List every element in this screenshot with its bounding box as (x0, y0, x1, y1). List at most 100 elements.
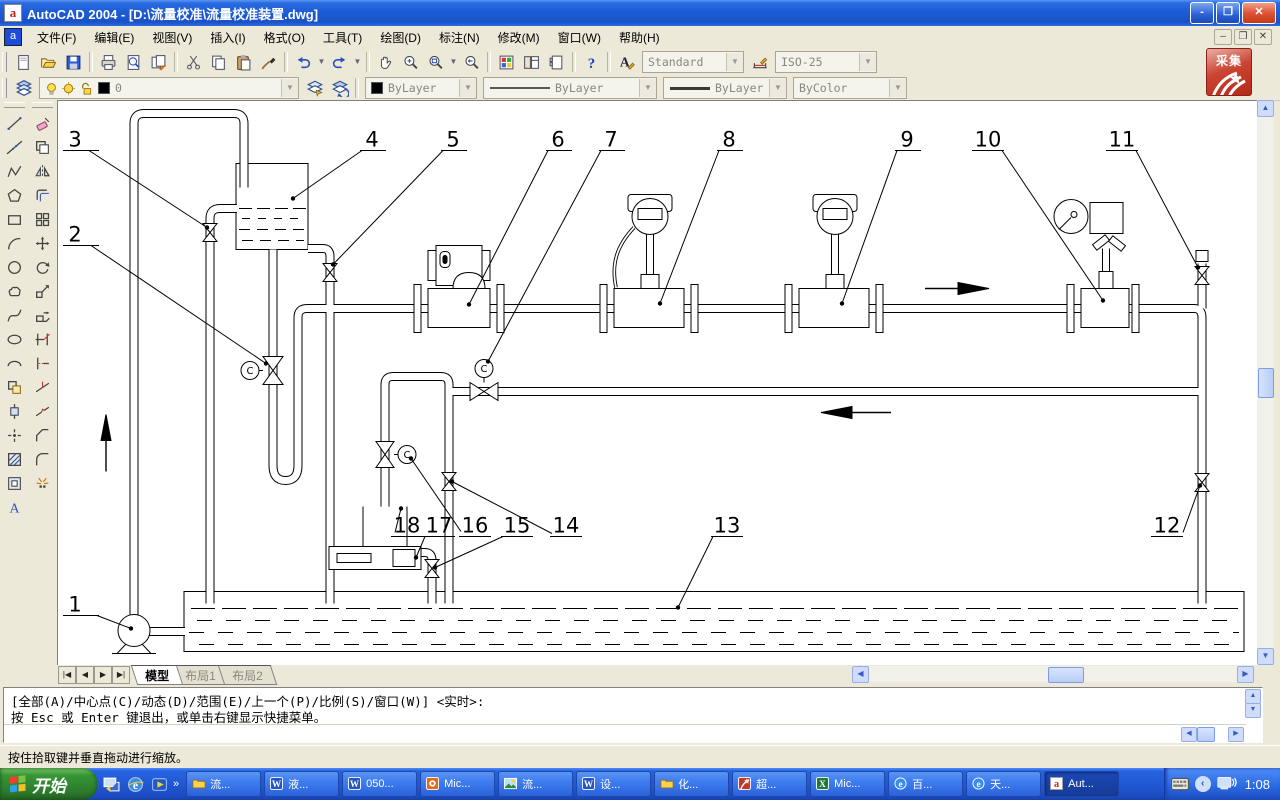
menu-item-4[interactable]: 格式(O) (255, 28, 314, 48)
tab-first-button[interactable]: |◀ (58, 666, 76, 684)
spline-icon[interactable] (2, 303, 27, 327)
taskbar-button-5[interactable]: W设... (576, 771, 651, 797)
capture-plugin-logo[interactable]: 采集 (1206, 48, 1252, 96)
copy-object-icon[interactable] (30, 135, 55, 159)
menu-item-6[interactable]: 绘图(D) (371, 28, 430, 48)
cmd-scroll-down-icon[interactable]: ▼ (1245, 703, 1261, 718)
taskbar-button-6[interactable]: 化... (654, 771, 729, 797)
taskbar-button-4[interactable]: 流... (498, 771, 573, 797)
taskbar-button-8[interactable]: XMic... (810, 771, 885, 797)
tray-collapse-chevron[interactable]: ‹ (1195, 776, 1211, 792)
point-icon[interactable] (2, 423, 27, 447)
cmd-hscroll-thumb[interactable] (1197, 727, 1215, 742)
taskbar-button-3[interactable]: Mic... (420, 771, 495, 797)
rotate-icon[interactable] (30, 255, 55, 279)
cmd-scroll-left-icon[interactable]: ◀ (1181, 727, 1197, 742)
minimize-button[interactable]: - (1190, 2, 1214, 24)
trim-icon[interactable] (30, 327, 55, 351)
explode-icon[interactable] (30, 471, 55, 495)
ellipse-icon[interactable] (2, 327, 27, 351)
keyboard-tray-icon[interactable] (1171, 777, 1189, 791)
line-icon[interactable] (2, 111, 27, 135)
menu-item-8[interactable]: 修改(M) (489, 28, 549, 48)
restore-button[interactable]: ❐ (1216, 2, 1240, 24)
scroll-down-icon[interactable]: ▼ (1257, 648, 1274, 665)
layer-previous-icon[interactable] (327, 76, 352, 100)
open-icon[interactable] (36, 50, 61, 74)
erase-icon[interactable] (30, 111, 55, 135)
hatch-icon[interactable] (2, 447, 27, 471)
vscroll-thumb[interactable] (1258, 368, 1274, 398)
polygon-icon[interactable] (2, 183, 27, 207)
chamfer-icon[interactable] (30, 423, 55, 447)
start-button[interactable]: 开始 (0, 768, 97, 800)
menu-item-1[interactable]: 编辑(E) (85, 28, 143, 48)
make-block-icon[interactable] (2, 399, 27, 423)
scroll-left-icon[interactable]: ◀ (852, 666, 869, 683)
save-icon[interactable] (61, 50, 86, 74)
tab-last-button[interactable]: ▶| (112, 666, 130, 684)
command-history[interactable]: [全部(A)/中心点(C)/动态(D)/范围(E)/上一个(P)/比例(S)/窗… (3, 687, 1263, 743)
toolbar-grip[interactable] (2, 52, 7, 72)
mirror-icon[interactable] (30, 159, 55, 183)
cmd-scroll-right-icon[interactable]: ▶ (1228, 727, 1244, 742)
print-preview-icon[interactable] (121, 50, 146, 74)
text-style-select[interactable]: Standard▼ (642, 51, 744, 73)
stretch-icon[interactable] (30, 303, 55, 327)
redo-icon[interactable] (327, 50, 352, 74)
copy-icon[interactable] (206, 50, 231, 74)
ellipse-arc-icon[interactable] (2, 351, 27, 375)
construction-line-icon[interactable] (2, 135, 27, 159)
taskbar-button-9[interactable]: e百... (888, 771, 963, 797)
show-desktop-icon[interactable] (101, 774, 121, 794)
plot-style-select[interactable]: ByColor▼ (793, 77, 907, 99)
array-icon[interactable] (30, 207, 55, 231)
menu-item-5[interactable]: 工具(T) (314, 28, 371, 48)
cut-icon[interactable] (181, 50, 206, 74)
mdi-minimize-button[interactable]: – (1214, 29, 1232, 45)
scale-icon[interactable] (30, 279, 55, 303)
taskbar-button-0[interactable]: 流... (186, 771, 261, 797)
mdi-restore-button[interactable]: ❐ (1234, 29, 1252, 45)
tab-model[interactable]: 模型 (131, 665, 184, 685)
undo-flyout-arrow-icon[interactable]: ▼ (316, 51, 327, 73)
fillet-icon[interactable] (30, 447, 55, 471)
linetype-select[interactable]: ByLayer▼ (483, 77, 657, 99)
color-select[interactable]: ByLayer▼ (365, 77, 477, 99)
designcenter-icon[interactable] (519, 50, 544, 74)
undo-icon[interactable] (291, 50, 316, 74)
toolbar-grip[interactable] (2, 78, 7, 98)
layer-select[interactable]: 0▼ (39, 77, 299, 99)
menu-item-3[interactable]: 插入(I) (201, 28, 254, 48)
insert-block-icon[interactable] (2, 375, 27, 399)
pan-icon[interactable] (373, 50, 398, 74)
drawing-canvas[interactable]: 123456789101112131415161718CCC (57, 100, 1258, 665)
display-audio-tray-icon[interactable] (1217, 777, 1237, 792)
scroll-up-icon[interactable]: ▲ (1257, 100, 1274, 117)
redo-flyout-arrow-icon[interactable]: ▼ (352, 51, 363, 73)
drawing-file-icon[interactable]: a (4, 28, 22, 46)
paste-icon[interactable] (231, 50, 256, 74)
offset-icon[interactable] (30, 183, 55, 207)
menu-item-0[interactable]: 文件(F) (28, 28, 85, 48)
taskbar-button-7[interactable]: 超... (732, 771, 807, 797)
arc-icon[interactable] (2, 231, 27, 255)
zoom-window-flyout-arrow-icon[interactable]: ▼ (448, 51, 459, 73)
new-icon[interactable] (11, 50, 36, 74)
make-layer-current-icon[interactable] (302, 76, 327, 100)
tab-layout2[interactable]: 布局2 (217, 665, 276, 685)
taskbar-button-10[interactable]: e天... (966, 771, 1041, 797)
menu-item-2[interactable]: 视图(V) (143, 28, 201, 48)
properties-icon[interactable] (494, 50, 519, 74)
layers-icon[interactable] (11, 76, 36, 100)
region-icon[interactable] (2, 471, 27, 495)
taskbar-button-2[interactable]: W050... (342, 771, 417, 797)
dim-style-select[interactable]: ISO-25▼ (775, 51, 877, 73)
help-icon[interactable]: ? (579, 50, 604, 74)
menu-item-7[interactable]: 标注(N) (430, 28, 489, 48)
publish-icon[interactable] (146, 50, 171, 74)
scroll-right-icon[interactable]: ▶ (1237, 666, 1254, 683)
close-button[interactable]: ✕ (1242, 2, 1276, 24)
match-properties-icon[interactable] (256, 50, 281, 74)
multiline-text-icon[interactable]: A (2, 495, 27, 519)
